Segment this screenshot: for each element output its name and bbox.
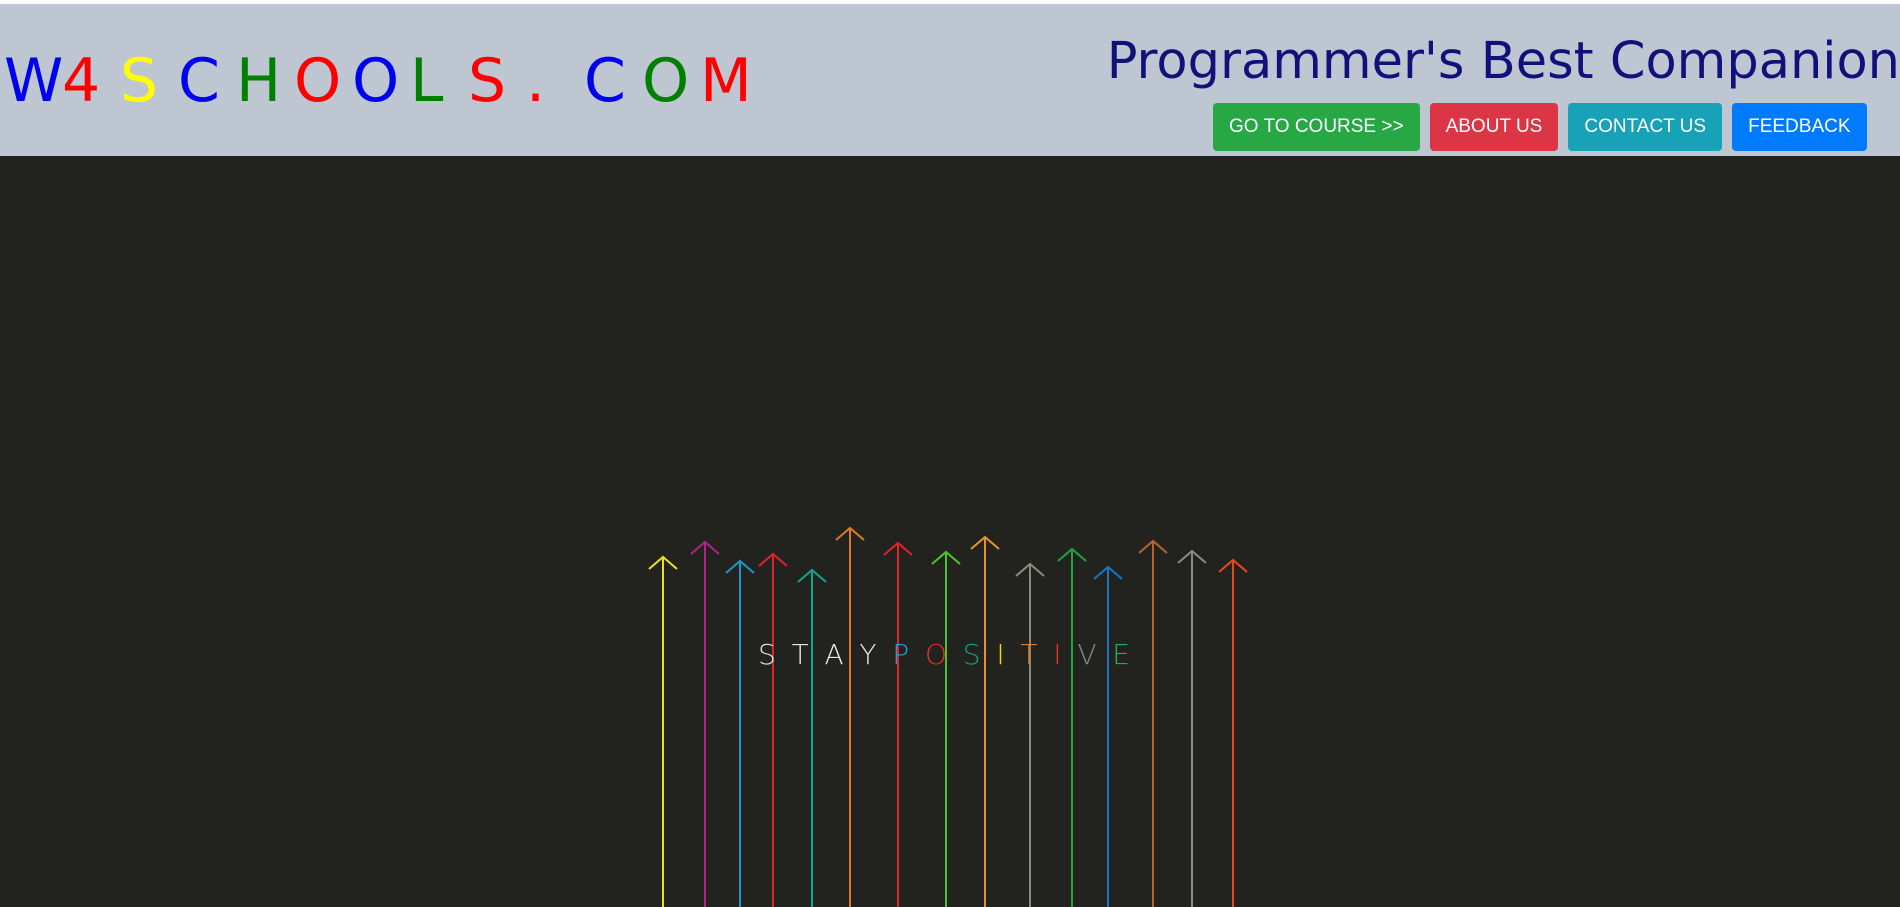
hero-letter: V [1077, 638, 1097, 671]
arrow-graphic [725, 559, 755, 907]
arrow-graphic [690, 540, 720, 907]
arrow-graphic [835, 526, 865, 907]
hero-letter: O [924, 638, 947, 671]
arrow-graphic [1093, 565, 1123, 907]
logo-letter: C [584, 46, 626, 116]
arrow-graphic [931, 550, 961, 907]
logo-letter: 4 [62, 46, 101, 116]
arrow-graphic [1138, 539, 1168, 907]
arrow-graphic [883, 541, 913, 907]
logo-letter: W [4, 46, 64, 116]
contact-us-button[interactable]: CONTACT US [1568, 103, 1723, 151]
logo-letter: S [120, 46, 159, 116]
arrow-graphic [970, 535, 1000, 907]
arrow-graphic [758, 552, 788, 907]
logo-letter: M [700, 46, 752, 116]
site-tagline: Programmer's Best Companion [1106, 32, 1900, 91]
nav-buttons: GO TO COURSE >> ABOUT US CONTACT US FEED… [1213, 103, 1867, 151]
hero-letter: S [758, 638, 776, 671]
about-us-button[interactable]: ABOUT US [1429, 103, 1559, 151]
go-to-course-button[interactable]: GO TO COURSE >> [1213, 103, 1420, 151]
arrows-graphic [648, 526, 1248, 907]
hero-letter: E [1112, 638, 1130, 671]
logo-letter: . [526, 46, 546, 116]
logo-letter: O [642, 46, 690, 116]
arrow-graphic [1057, 547, 1087, 907]
hero-letter: T [1020, 638, 1038, 671]
arrow-graphic [1218, 558, 1248, 907]
arrow-graphic [648, 555, 678, 907]
logo-letter: L [410, 46, 444, 116]
logo-letter: O [352, 46, 400, 116]
logo-letter: C [178, 46, 220, 116]
feedback-button[interactable]: FEEDBACK [1732, 103, 1867, 151]
hero-letter: I [1053, 638, 1062, 671]
site-header: W4SCHOOLS.COM Programmer's Best Companio… [0, 4, 1900, 156]
hero-letter: I [996, 638, 1005, 671]
arrow-graphic [1015, 562, 1045, 907]
logo-letter: H [236, 46, 282, 116]
hero-banner-image: STAYPOSITIVE [0, 156, 1900, 907]
hero-letter: A [824, 638, 844, 671]
site-logo[interactable]: W4SCHOOLS.COM [4, 46, 758, 116]
arrow-graphic [797, 568, 827, 907]
hero-letter: Y [859, 638, 877, 671]
logo-letter: O [294, 46, 342, 116]
arrow-graphic [1177, 549, 1207, 907]
hero-letter: S [962, 638, 981, 671]
stay-positive-text: STAYPOSITIVE [758, 638, 1130, 672]
hero-letter: P [892, 638, 910, 671]
logo-letter: S [468, 46, 507, 116]
hero-letter: T [791, 638, 809, 671]
